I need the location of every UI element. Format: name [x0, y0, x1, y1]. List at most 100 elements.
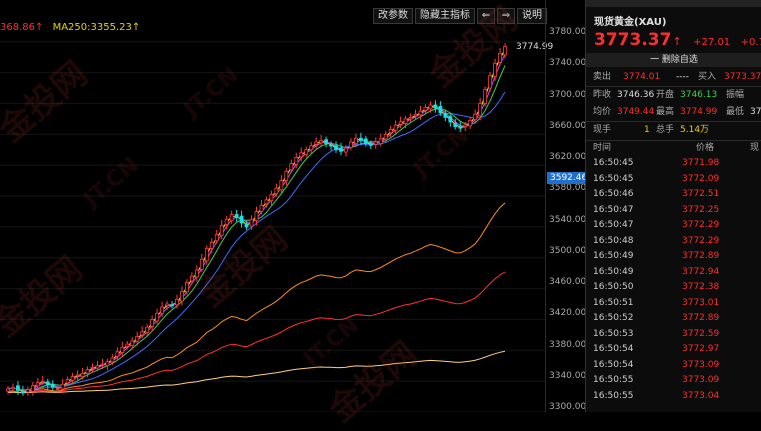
candle-body	[483, 89, 488, 104]
total-label: 总手	[656, 125, 675, 135]
trade-price: 3772.59	[682, 328, 720, 339]
help-button[interactable]: 说明	[517, 8, 547, 24]
candle-body	[463, 124, 468, 127]
candle-body	[259, 204, 264, 212]
kline-chart-pane[interactable]: 368.86↑ MA250:3355.23↑ 改参数 隐藏主指标 ⇐ ⇒ 说明 …	[0, 0, 591, 430]
trade-row: 16:50:54 3772.97	[586, 342, 761, 358]
trade-time: 16:50:55	[593, 390, 634, 401]
trade-row: 16:50:52 3772.89	[586, 311, 761, 327]
candle-body	[60, 383, 65, 390]
candle-body	[324, 139, 328, 144]
price-axis-label: 3700.00	[549, 89, 587, 100]
trade-row: 16:50:55 3773.09	[586, 373, 761, 389]
candle-body	[155, 312, 160, 322]
low-value: 37	[750, 107, 761, 117]
candle-body	[339, 147, 343, 152]
candle-body	[75, 374, 80, 377]
trade-row: 16:50:53 3772.59	[586, 327, 761, 343]
trade-row: 16:50:49 3772.94	[586, 265, 761, 281]
panel-tab-strip	[586, 0, 761, 7]
candle-body	[115, 351, 120, 357]
trade-row: 16:50:55 3773.04	[586, 389, 761, 405]
candle-body	[329, 144, 333, 147]
trade-row: 16:50:47 3772.29	[586, 218, 761, 234]
price-change: +27.01	[693, 37, 731, 48]
quote-row-prevclose: 昨收 3746.36 开盘 3746.13 振幅	[586, 87, 761, 104]
candle-body	[90, 366, 95, 369]
ma-legend-partial: 368.86↑	[0, 22, 44, 33]
candle-body	[299, 152, 304, 158]
candle-body	[249, 218, 254, 227]
trade-time: 16:50:48	[593, 235, 634, 246]
price-row: 3773.37↑ +27.01 +0.72%	[594, 30, 761, 50]
candle-body	[170, 304, 174, 307]
price-axis-label: 3620.00	[549, 152, 587, 162]
trades-list[interactable]: 16:50:45 3771.98 16:50:45 3772.09 16:50:46 37…	[586, 156, 761, 404]
candlestick-plot[interactable]	[0, 34, 545, 412]
price-axis-label: 3740.00	[549, 58, 587, 69]
trade-price: 3772.97	[682, 344, 720, 354]
trade-row: 16:50:54 3773.09	[586, 358, 761, 374]
candle-body	[353, 137, 358, 144]
trade-row: 16:50:50 3772.38	[586, 280, 761, 296]
price-axis-label: 3660.00	[549, 120, 587, 131]
low-label: 最低	[726, 107, 745, 117]
scroll-left-icon[interactable]: ⇐	[477, 8, 495, 24]
trade-time: 16:50:54	[593, 344, 634, 354]
trade-row: 16:50:48 3772.29	[586, 234, 761, 250]
candle-body	[160, 306, 164, 314]
candle-body	[35, 382, 40, 387]
candle-body	[274, 187, 279, 195]
trade-time: 16:50:51	[593, 297, 634, 308]
trade-time: 16:50:53	[593, 328, 634, 339]
avg-label: 均价	[593, 107, 612, 117]
candle-body	[413, 113, 418, 117]
candle-body	[100, 363, 105, 366]
candle-body	[194, 269, 199, 278]
candle-body	[473, 113, 478, 121]
time-header: 时间	[593, 143, 612, 153]
candle-body	[289, 163, 294, 171]
candle-body	[334, 145, 338, 151]
current-price-tag: 3592.46	[547, 172, 591, 184]
candle-body	[269, 194, 274, 202]
candle-body	[6, 388, 10, 392]
trade-price: 3773.09	[682, 375, 720, 385]
candle-body	[403, 118, 408, 124]
candle-body	[498, 52, 502, 63]
prev-close-value: 3746.36	[617, 90, 655, 100]
candle-body	[418, 110, 423, 116]
high-value: 3774.99	[680, 107, 718, 117]
candle-body	[165, 303, 169, 306]
amplitude-label: 振幅	[726, 90, 745, 100]
candle-body	[175, 298, 179, 306]
candle-body	[453, 123, 458, 127]
trade-price: 3772.25	[682, 204, 720, 215]
buy-label: 买入	[698, 72, 717, 82]
candle-body	[458, 126, 463, 129]
edit-params-button[interactable]: 改参数	[373, 8, 413, 24]
candle-body	[125, 343, 130, 347]
scroll-right-icon[interactable]: ⇒	[497, 8, 515, 24]
candle-body	[398, 121, 403, 125]
candle-body	[279, 180, 284, 191]
candle-body	[70, 376, 75, 381]
candle-body	[344, 147, 348, 153]
hide-main-indicator-button[interactable]: 隐藏主指标	[415, 8, 475, 24]
trade-price: 3773.09	[682, 359, 720, 370]
candle-body	[55, 388, 60, 391]
trade-time: 16:50:47	[593, 204, 634, 215]
trade-price: 3773.01	[682, 297, 720, 308]
candle-body	[30, 385, 35, 392]
trade-row: 16:50:47 3772.25	[586, 203, 761, 219]
price-axis-label: 3420.00	[549, 308, 587, 319]
price-axis-label: 3340.00	[549, 370, 587, 381]
candle-body	[438, 106, 443, 114]
candle-body	[130, 340, 135, 347]
candle-body	[50, 383, 55, 388]
remove-watchlist-button[interactable]: 一 删除自选	[586, 53, 761, 67]
trade-price: 3771.98	[682, 158, 720, 168]
trade-price: 3772.29	[682, 220, 720, 230]
candle-body	[234, 214, 239, 218]
candle-body	[393, 124, 398, 131]
